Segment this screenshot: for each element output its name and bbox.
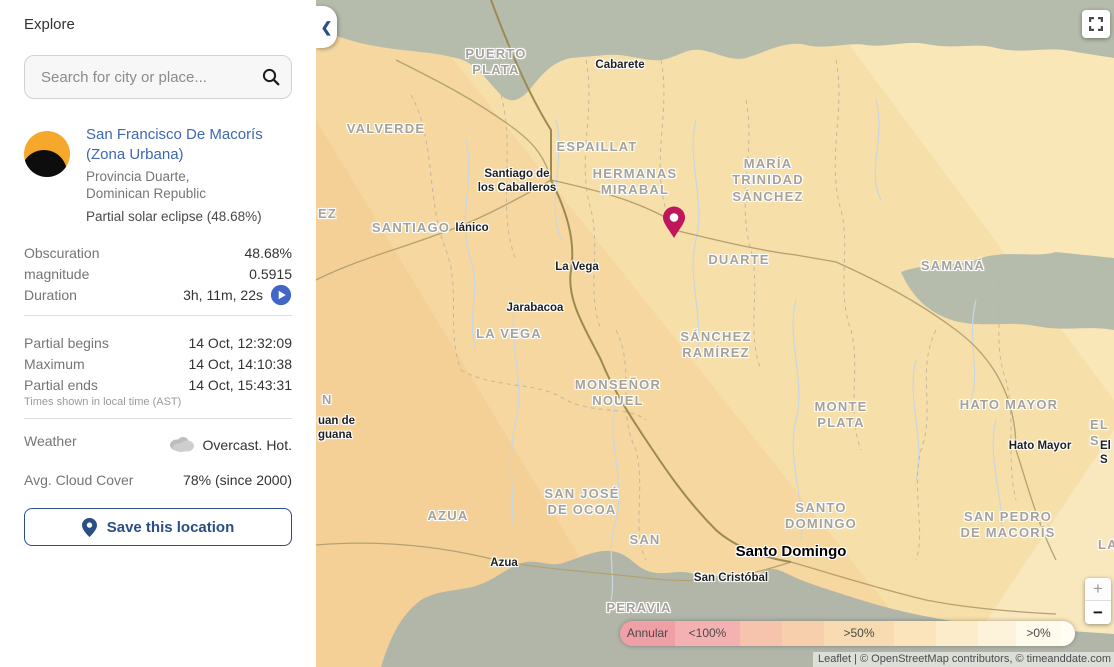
play-animation-button[interactable] — [270, 284, 292, 306]
fullscreen-button[interactable] — [1082, 10, 1110, 38]
legend-segment: <100% — [675, 621, 740, 646]
map-attribution[interactable]: Leaflet | © OpenStreetMap contributors, … — [813, 652, 1114, 667]
explore-heading: Explore — [24, 16, 316, 33]
stat-row: Duration3h, 11m, 22s — [24, 284, 292, 305]
legend-segment — [782, 621, 824, 646]
eclipse-legend: Annular<100% >50% >0% — [620, 621, 1075, 646]
search-icon[interactable] — [251, 68, 291, 86]
legend-segment: >0% — [1016, 621, 1061, 646]
zoom-in-button[interactable]: + — [1085, 578, 1111, 601]
location-summary: San Francisco De Macorís (Zona Urbana) P… — [24, 125, 292, 226]
stat-label: Obscuration — [24, 245, 245, 261]
stat-value: 3h, 11m, 22s — [183, 287, 263, 303]
weather-row: Weather Overcast. Hot. — [24, 433, 292, 456]
divider — [24, 315, 292, 316]
sidebar-collapse-button[interactable]: ❮ — [316, 6, 337, 48]
weather-label: Weather — [24, 433, 167, 449]
zoom-control: + − — [1085, 578, 1111, 624]
eclipse-stats: Obscuration48.68%magnitude0.5915Duration… — [24, 242, 292, 305]
legend-segment — [978, 621, 1016, 646]
cloud-cover-value: 78% (since 2000) — [183, 472, 292, 488]
stat-value: 0.5915 — [249, 266, 292, 282]
time-label: Partial begins — [24, 335, 188, 351]
time-label: Maximum — [24, 356, 188, 372]
time-row: Partial ends14 Oct, 15:43:31 — [24, 374, 292, 395]
search-box[interactable] — [24, 55, 292, 99]
save-location-button[interactable]: Save this location — [24, 508, 292, 546]
map-art — [316, 0, 1114, 667]
legend-segment — [936, 621, 978, 646]
chevron-left-icon: ❮ — [321, 19, 333, 36]
eclipse-times: Partial begins14 Oct, 12:32:09Maximum14 … — [24, 332, 292, 395]
timezone-note: Times shown in local time (AST) — [24, 396, 292, 408]
cloud-icon — [167, 433, 197, 456]
legend-segment — [740, 621, 782, 646]
time-label: Partial ends — [24, 377, 188, 393]
stat-row: magnitude0.5915 — [24, 263, 292, 284]
legend-segment — [894, 621, 936, 646]
eclipse-type: Partial solar eclipse (48.68%) — [86, 208, 271, 226]
map-canvas[interactable]: PUERTO PLATAVALVERDEESPAILLATHERMANAS MI… — [316, 0, 1114, 667]
legend-segment: >50% — [824, 621, 894, 646]
partial-eclipse-icon — [24, 131, 70, 177]
stat-row: Obscuration48.68% — [24, 242, 292, 263]
cloud-cover-row: Avg. Cloud Cover 78% (since 2000) — [24, 472, 292, 488]
eclipse-moon-disc — [24, 150, 67, 177]
location-marker[interactable] — [659, 206, 689, 240]
location-name-link[interactable]: San Francisco De Macorís (Zona Urbana) — [86, 125, 292, 165]
stat-label: magnitude — [24, 266, 249, 282]
search-input[interactable] — [25, 69, 251, 86]
location-region: Provincia Duarte, Dominican Republic — [86, 168, 292, 204]
cloud-cover-label: Avg. Cloud Cover — [24, 472, 183, 488]
legend-segment: Annular — [620, 621, 675, 646]
map-pin-icon — [82, 518, 97, 537]
fullscreen-icon — [1089, 17, 1103, 31]
sidebar: Explore San Francisco De Macorís (Zona U… — [0, 0, 316, 667]
time-value: 14 Oct, 12:32:09 — [188, 335, 292, 351]
save-location-label: Save this location — [107, 519, 235, 536]
time-row: Partial begins14 Oct, 12:32:09 — [24, 332, 292, 353]
stat-value: 48.68% — [245, 245, 292, 261]
divider — [24, 418, 292, 419]
stat-label: Duration — [24, 287, 183, 303]
weather-value: Overcast. Hot. — [203, 437, 292, 453]
time-value: 14 Oct, 15:43:31 — [188, 377, 292, 393]
time-row: Maximum14 Oct, 14:10:38 — [24, 353, 292, 374]
time-value: 14 Oct, 14:10:38 — [188, 356, 292, 372]
zoom-out-button[interactable]: − — [1085, 601, 1111, 624]
